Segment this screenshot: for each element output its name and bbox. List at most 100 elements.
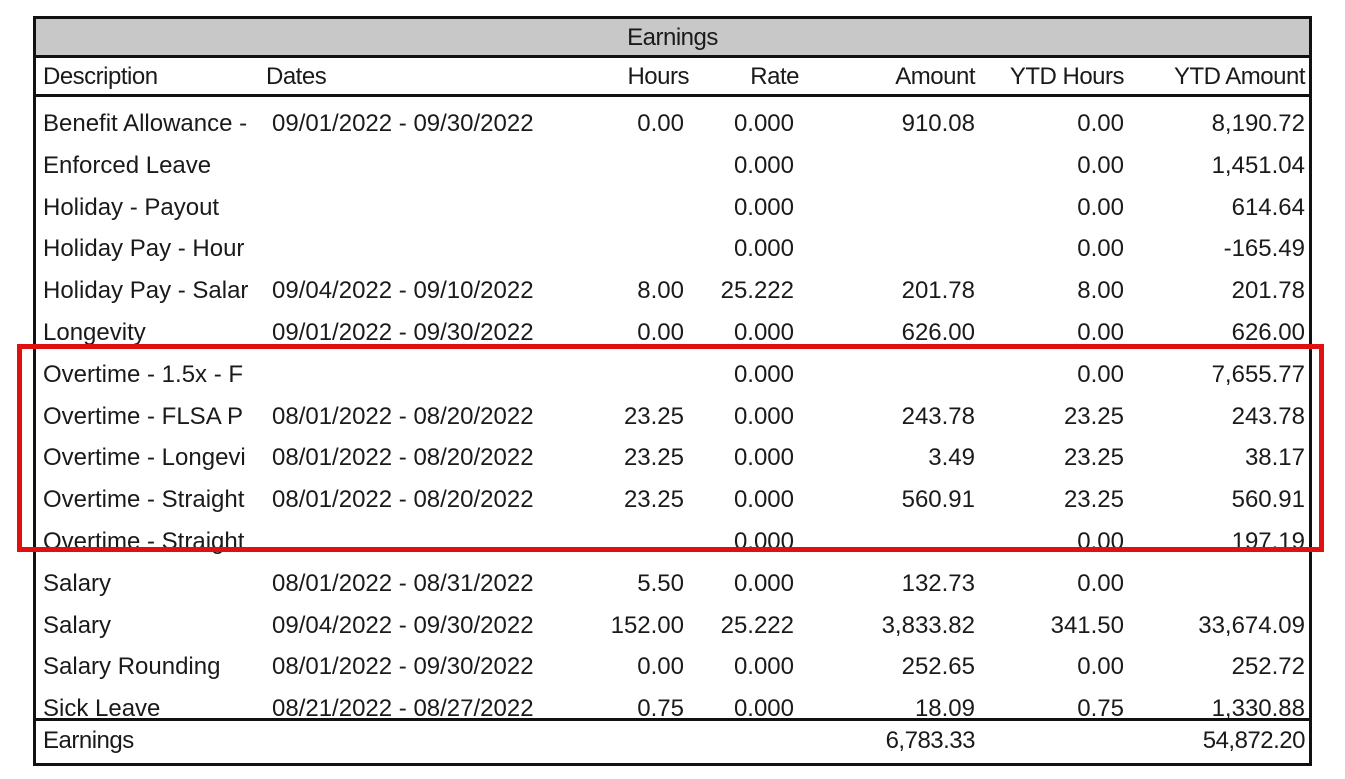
total-label: Earnings [43, 727, 134, 754]
total-amount: 6,783.33 [885, 727, 976, 754]
cell-ytd-hours: 23.25 [1063, 486, 1124, 514]
cell-hours: 0.00 [637, 653, 684, 681]
cell-dates: 08/01/2022 - 08/20/2022 [272, 402, 534, 430]
cell-ytd-hours: 0.00 [1077, 110, 1124, 137]
cell-ytd-amount: 33,674.09 [1198, 611, 1305, 639]
header-ytd-amount: YTD Amount [1173, 63, 1306, 90]
cell-ytd-hours: 0.00 [1077, 360, 1124, 388]
table-body: Benefit Allowance - 09/01/2022 - 09/30/20… [36, 97, 1309, 730]
header-dates: Dates [266, 63, 327, 90]
cell-hours: 5.50 [637, 569, 684, 597]
cell-hours: 0.00 [637, 318, 684, 346]
cell-ytd-hours: 0.00 [1077, 318, 1124, 346]
cell-ytd-amount: 38.17 [1244, 444, 1305, 472]
total-ytd-amount: 54,872.20 [1202, 727, 1306, 754]
total-row: Earnings 6,783.33 54,872.20 [36, 718, 1309, 763]
cell-description: Longevity [43, 318, 146, 346]
cell-hours: 0.00 [637, 110, 684, 137]
cell-amount: 3,833.82 [881, 611, 975, 639]
cell-description: Enforced Leave [43, 151, 212, 179]
cell-description: Holiday Pay - Hour [43, 235, 245, 263]
header-amount: Amount [895, 63, 975, 90]
cell-rate: 0.000 [733, 569, 794, 597]
table-row: Benefit Allowance - 09/01/2022 - 09/30/20… [36, 103, 1309, 145]
table-row: Overtime - 1.5x - F 0.000 0.00 7,655.77 [36, 354, 1309, 396]
cell-dates: 09/04/2022 - 09/30/2022 [272, 611, 534, 639]
cell-ytd-hours: 0.00 [1077, 235, 1124, 263]
cell-ytd-amount: 8,190.72 [1211, 110, 1305, 137]
cell-amount: 3.49 [928, 444, 975, 472]
cell-ytd-amount: 7,655.77 [1211, 360, 1305, 388]
cell-rate: 0.000 [733, 653, 794, 681]
cell-rate: 0.000 [733, 486, 794, 514]
table-row: Holiday - Payout 0.000 0.00 614.64 [36, 187, 1309, 229]
cell-amount: 910.08 [901, 110, 975, 137]
cell-rate: 0.000 [733, 318, 794, 346]
column-header-row: Description Dates Hours Rate Amount YTD … [36, 58, 1309, 97]
cell-rate: 25.222 [720, 611, 794, 639]
cell-dates: 08/01/2022 - 09/30/2022 [272, 653, 534, 681]
cell-ytd-hours: 8.00 [1077, 277, 1124, 305]
cell-description: Overtime - Straight [43, 486, 245, 514]
cell-ytd-amount: 626.00 [1231, 318, 1305, 346]
header-ytd-hours: YTD Hours [1009, 63, 1125, 90]
cell-ytd-amount: 614.64 [1231, 193, 1305, 221]
cell-rate: 0.000 [733, 360, 794, 388]
cell-ytd-amount: 1,451.04 [1211, 151, 1305, 179]
cell-amount: 201.78 [901, 277, 975, 305]
section-title: Earnings [36, 19, 1309, 58]
cell-rate: 0.000 [733, 151, 794, 179]
cell-rate: 0.000 [733, 402, 794, 430]
table-row: Longevity 09/01/2022 - 09/30/2022 0.00 0.00… [36, 312, 1309, 354]
cell-dates: 08/01/2022 - 08/31/2022 [272, 569, 534, 597]
cell-description: Holiday Pay - Salar [43, 277, 249, 305]
header-description: Description [43, 63, 158, 90]
cell-description: Overtime - Longevi [43, 444, 246, 472]
cell-description: Salary [43, 611, 112, 639]
cell-ytd-amount: -165.49 [1223, 235, 1305, 263]
cell-description: Overtime - Straight [43, 527, 245, 555]
cell-rate: 0.000 [733, 527, 794, 555]
cell-ytd-hours: 0.00 [1077, 193, 1124, 221]
cell-amount: 132.73 [901, 569, 975, 597]
cell-hours: 152.00 [610, 611, 684, 639]
cell-rate: 25.222 [720, 277, 794, 305]
cell-dates: 09/04/2022 - 09/10/2022 [272, 277, 534, 305]
cell-ytd-hours: 23.25 [1063, 402, 1124, 430]
cell-hours: 23.25 [623, 444, 684, 472]
cell-dates: 09/01/2022 - 09/30/2022 [272, 110, 534, 137]
cell-description: Overtime - FLSA P [43, 402, 244, 430]
table-row: Salary 08/01/2022 - 08/31/2022 5.50 0.000 13… [36, 563, 1309, 605]
table-row: Enforced Leave 0.000 0.00 1,451.04 [36, 145, 1309, 187]
header-rate: Rate [750, 63, 799, 90]
cell-ytd-amount: 243.78 [1231, 402, 1305, 430]
table-row: Salary 09/04/2022 - 09/30/2022 152.00 25.22… [36, 605, 1309, 647]
cell-ytd-amount: 252.72 [1231, 653, 1305, 681]
table-row: Holiday Pay - Hour 0.000 0.00 -165.49 [36, 228, 1309, 270]
table-row: Overtime - Longevi 08/01/2022 - 08/20/202… [36, 437, 1309, 479]
cell-rate: 0.000 [733, 235, 794, 263]
cell-hours: 23.25 [623, 402, 684, 430]
cell-ytd-amount: 560.91 [1231, 486, 1305, 514]
cell-rate: 0.000 [733, 193, 794, 221]
cell-description: Overtime - 1.5x - F [43, 360, 244, 388]
cell-dates: 08/01/2022 - 08/20/2022 [272, 486, 534, 514]
cell-amount: 560.91 [901, 486, 975, 514]
table-row: Salary Rounding 08/01/2022 - 09/30/2022 0.… [36, 646, 1309, 688]
cell-ytd-amount: 197.19 [1231, 527, 1305, 555]
cell-description: Salary [43, 569, 112, 597]
cell-ytd-hours: 23.25 [1063, 444, 1124, 472]
table-row: Overtime - FLSA P 08/01/2022 - 08/20/2022… [36, 396, 1309, 438]
earnings-table: Earnings Description Dates Hours Rate Am… [33, 16, 1312, 766]
cell-dates: 09/01/2022 - 09/30/2022 [272, 318, 534, 346]
cell-rate: 0.000 [733, 444, 794, 472]
cell-amount: 252.65 [901, 653, 975, 681]
table-row: Overtime - Straight 08/01/2022 - 08/20/20… [36, 479, 1309, 521]
cell-description: Salary Rounding [43, 653, 221, 681]
cell-dates: 08/01/2022 - 08/20/2022 [272, 444, 534, 472]
cell-ytd-amount: 201.78 [1231, 277, 1305, 305]
table-row: Overtime - Straight 0.000 0.00 197.19 [36, 521, 1309, 563]
cell-hours: 8.00 [637, 277, 684, 305]
cell-description: Holiday - Payout [43, 193, 220, 221]
cell-amount: 626.00 [901, 318, 975, 346]
